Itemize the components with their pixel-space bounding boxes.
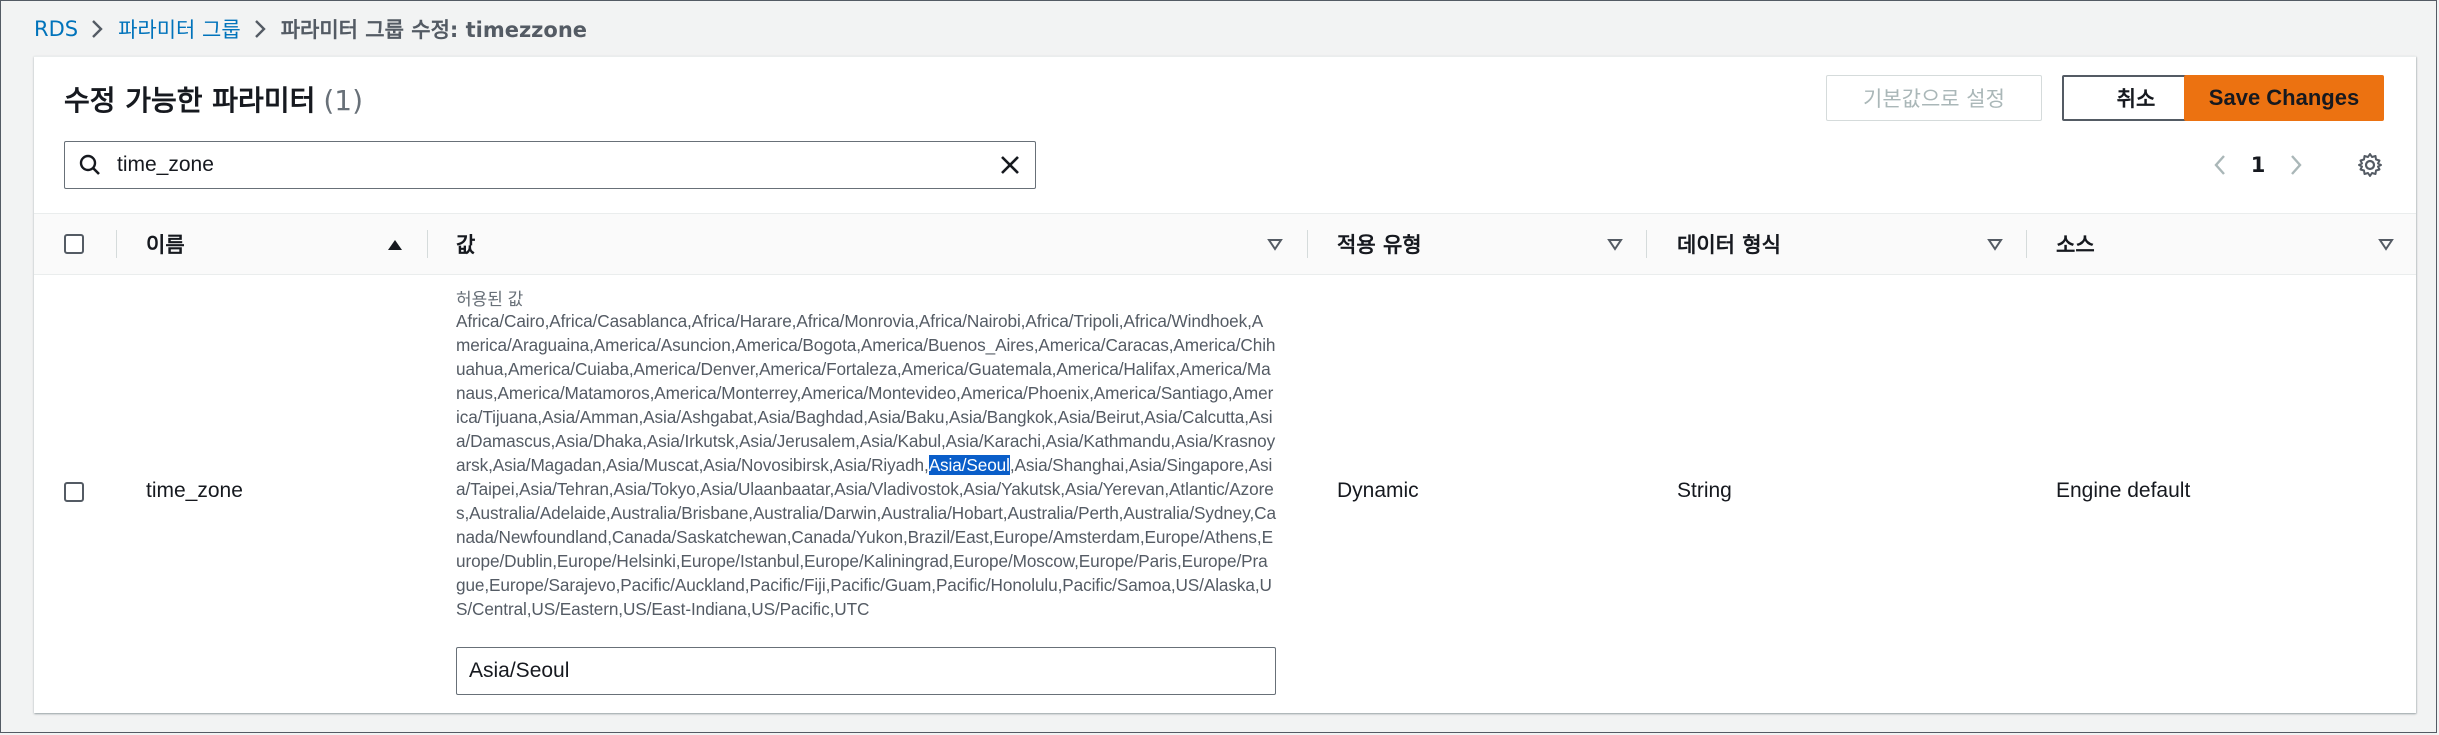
search-icon (65, 142, 115, 188)
pagination: 1 (2200, 145, 2390, 185)
breadcrumb: RDS 파라미터 그룹 파라미터 그룹 수정: timezzone (34, 14, 587, 44)
column-header-data-type[interactable]: 데이터 형식 (1677, 214, 1781, 274)
save-changes-button[interactable]: Save Changes (2184, 75, 2384, 121)
column-divider (427, 230, 428, 258)
column-divider (1646, 230, 1647, 258)
row-select-checkbox[interactable] (64, 482, 84, 502)
chevron-right-icon (241, 14, 281, 44)
sort-caret-down-icon[interactable] (2377, 232, 2395, 260)
breadcrumb-current: 파라미터 그룹 수정: timezzone (280, 18, 588, 42)
allowed-values-selection: Asia/Seoul (928, 455, 1010, 475)
page-number-current[interactable]: 1 (2240, 153, 2276, 177)
chevron-left-icon[interactable] (2200, 145, 2240, 185)
apply-type-value: Dynamic (1337, 479, 1419, 502)
table-row: time_zone 허용된 값 Africa/Cairo,Africa/Casa… (34, 275, 2416, 713)
column-divider (1307, 230, 1308, 258)
sort-ascending-icon[interactable] (386, 232, 404, 260)
column-divider (2026, 230, 2027, 258)
column-header-source[interactable]: 소스 (2056, 214, 2095, 274)
allowed-values-after: ,Asia/Shanghai,Asia/Singapore,Asia/Taipe… (456, 455, 1276, 619)
source-value: Engine default (2056, 479, 2191, 502)
allowed-values-before: Africa/Cairo,Africa/Casablanca,Africa/Ha… (456, 311, 1276, 475)
panel-title-text: 수정 가능한 파라미터 (64, 84, 316, 117)
parameter-search-field (64, 141, 1036, 189)
breadcrumb-link-parameter-groups[interactable]: 파라미터 그룹 (118, 14, 241, 44)
column-divider (116, 230, 117, 258)
parameter-name: time_zone (146, 479, 243, 502)
table-header: 이름 값 적용 유형 데이터 형식 소스 (34, 213, 2416, 275)
gear-icon[interactable] (2350, 145, 2390, 185)
select-all-checkbox[interactable] (64, 234, 84, 254)
data-type-value: String (1677, 479, 1732, 502)
sort-caret-down-icon[interactable] (1986, 232, 2004, 260)
panel-title: 수정 가능한 파라미터 (1) (64, 79, 363, 119)
editable-parameters-panel: 수정 가능한 파라미터 (1) 기본값으로 설정 취소 Save Changes… (34, 56, 2416, 713)
sort-caret-down-icon[interactable] (1266, 232, 1284, 260)
clear-icon[interactable] (985, 142, 1035, 188)
allowed-values-label: 허용된 값 (456, 290, 524, 309)
column-header-value[interactable]: 값 (456, 214, 475, 274)
chevron-right-icon (78, 14, 118, 44)
chevron-right-icon[interactable] (2276, 145, 2316, 185)
column-header-name[interactable]: 이름 (146, 214, 185, 274)
column-header-apply-type[interactable]: 적용 유형 (1337, 214, 1422, 274)
search-input[interactable] (115, 142, 985, 188)
parameter-count: (1) (323, 84, 364, 117)
parameter-value-input[interactable] (456, 647, 1276, 695)
sort-caret-down-icon[interactable] (1606, 232, 1624, 260)
breadcrumb-link-rds[interactable]: RDS (34, 17, 78, 41)
allowed-values-text: Africa/Cairo,Africa/Casablanca,Africa/Ha… (456, 309, 1276, 621)
reset-to-default-button[interactable]: 기본값으로 설정 (1826, 75, 2042, 121)
